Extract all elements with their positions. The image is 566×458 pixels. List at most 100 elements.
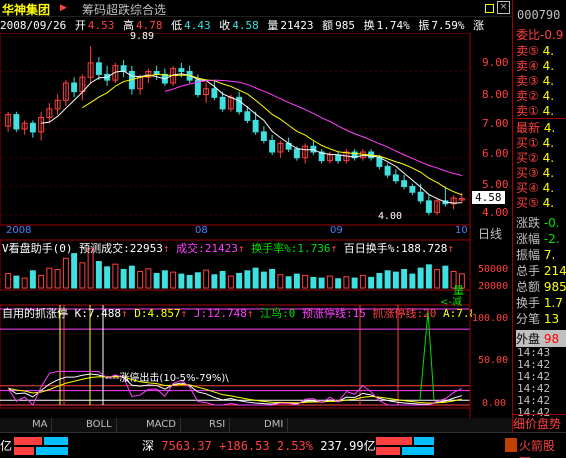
volume-bar [417, 267, 424, 289]
volume-bar [178, 273, 185, 289]
sell-row-label: 卖④ [516, 59, 539, 73]
quote-info-bar: 2008/09/26 开 4.53 高 4.78 低 4.43 收 4.58 量 2142… [0, 17, 484, 33]
candle-body [244, 111, 251, 121]
volume-bar [71, 253, 78, 289]
day-line-label[interactable]: 日线 [478, 225, 502, 242]
latest-value: 4. [543, 121, 556, 135]
ma-line [82, 73, 463, 196]
volume-bar [46, 267, 53, 289]
buy-row-value: 4. [538, 151, 555, 165]
volume-bar [425, 264, 432, 289]
time-label-2008: 2008 [6, 225, 32, 236]
candle-body [392, 174, 399, 182]
ind-axis-0: 0.00 [482, 398, 507, 409]
right-rise-bar-2 [376, 447, 400, 455]
tab-macd[interactable]: MACD [142, 418, 181, 432]
detail-label[interactable]: 细价盘势 [513, 414, 566, 432]
volume-bar [285, 276, 292, 289]
k-value: 7.488 [87, 307, 121, 320]
time-label-08: 08 [195, 225, 208, 236]
volume-title[interactable]: V看盘助手(0) [2, 242, 73, 255]
title-bar: 华神集团 ▶ 筹码超跌综合选 × [0, 0, 515, 17]
buy-row-value: 4. [538, 136, 555, 150]
buy-row-label: 买③ [516, 166, 539, 180]
volume-bar [120, 268, 127, 289]
volume-bar [302, 274, 309, 289]
tab-dmi[interactable]: DMI [260, 418, 289, 432]
open-value: 4.53 [87, 19, 115, 32]
volume-bar [236, 272, 243, 289]
hundred-day-value: 188.728 [401, 242, 448, 255]
volume-bar [392, 271, 399, 289]
candle-body [417, 191, 424, 202]
stat-row-label: 换手 [516, 296, 541, 310]
restore-icon[interactable] [485, 4, 494, 13]
stat-row-value: 13 [540, 312, 560, 326]
stat-row-label: 涨跌 [516, 216, 541, 230]
fall-bar-2 [36, 447, 68, 455]
stat-row: 换手 1.7 [516, 294, 566, 311]
waipan-value: 98 [543, 332, 560, 346]
volume-bar [5, 272, 12, 289]
jiangniao-label: 江鸟: [260, 307, 289, 320]
right-rise-bar [376, 437, 412, 445]
volume-label: 量 [267, 19, 279, 32]
volume-bar [269, 268, 276, 289]
stat-row: 涨幅 -2. [516, 230, 566, 247]
stat-row-value: 214 [540, 264, 566, 278]
indicator-title[interactable]: 自用的抓涨停 [2, 307, 68, 320]
candle-body [252, 119, 259, 133]
time-label-09: 09 [330, 225, 343, 236]
amplitude-label: 振 [418, 19, 430, 32]
volume-bar [211, 274, 218, 289]
stat-row: 总额 985 [516, 278, 566, 295]
volume-bar [310, 276, 317, 289]
stat-row-value: -0. [540, 216, 560, 230]
volume-bar [343, 276, 350, 289]
stock-name[interactable]: 华神集团 [2, 1, 50, 18]
volume-bar [277, 274, 284, 289]
price-label-8: 8.00 [482, 88, 509, 101]
deal-value: 21423 [204, 242, 238, 255]
waipan-label: 外盘 [516, 332, 541, 346]
stat-row: 总手 214 [516, 262, 566, 279]
rise-bar-2 [14, 447, 34, 455]
volume-bar [409, 273, 416, 289]
buy-row-label: 买⑤ [516, 196, 539, 210]
open-label: 开 [74, 19, 86, 32]
low-marker: 4.00 [378, 211, 403, 222]
indicator-name[interactable]: 筹码超跌综合选 [82, 1, 166, 18]
spike-line [419, 310, 435, 401]
tab-rsi[interactable]: RSI [205, 418, 231, 432]
volume-bar [401, 268, 408, 289]
rocket-stock-button[interactable]: 火箭股票 [519, 437, 566, 458]
buy-row: 买⑤ 4. [516, 194, 566, 211]
a-label: A: [443, 307, 457, 320]
low-value: 4.43 [184, 19, 211, 32]
rise-bar [14, 437, 42, 445]
tab-ma[interactable]: MA [28, 418, 53, 432]
volume-bar [112, 263, 119, 289]
price-label-6: 6.00 [482, 147, 509, 160]
volume-bar [227, 275, 234, 289]
price-label-9: 9.00 [482, 56, 509, 69]
time-label-10: 10 [455, 225, 468, 236]
candle-body [29, 122, 36, 133]
volume-bar [54, 268, 61, 289]
waipan-row: 外盘 98 [516, 330, 566, 347]
volume-bar [104, 266, 111, 289]
amount-value: 985 [335, 19, 355, 32]
right-fall-bar [414, 437, 434, 445]
sell-row-value: 4. [538, 44, 555, 58]
tab-boll[interactable]: BOLL [82, 418, 117, 432]
catch-limit-value: 20 [423, 307, 437, 320]
volume-bar [326, 275, 333, 289]
volume-bar [137, 270, 144, 289]
index-amount: 237.99亿 [320, 439, 376, 453]
deal-label: 成交: [176, 242, 205, 255]
close-icon[interactable]: × [497, 1, 510, 14]
sell-row-label: 卖① [516, 104, 539, 118]
ind-axis-100: 100.00 [472, 313, 509, 324]
price-panel [0, 33, 471, 226]
rocket-icon[interactable] [505, 438, 517, 452]
